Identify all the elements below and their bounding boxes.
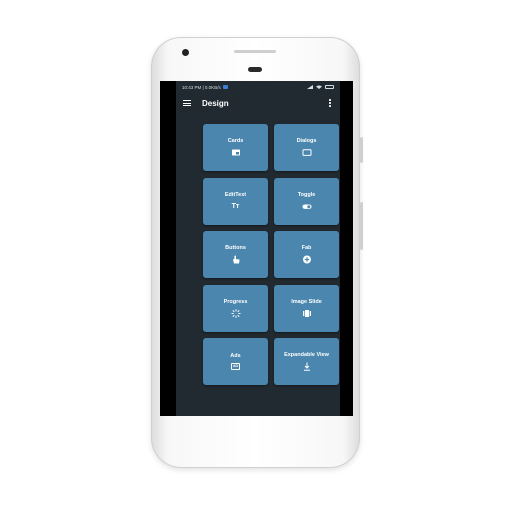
carousel-icon	[302, 309, 312, 318]
tile-label: Image Slide	[291, 298, 322, 305]
tile-label: Expandable View	[284, 352, 329, 358]
spinner-icon	[230, 308, 241, 318]
ad-icon-text: AD	[232, 363, 239, 368]
volume-button	[360, 202, 363, 250]
tile-label: Ads	[230, 353, 241, 359]
phone-chin	[151, 416, 360, 468]
power-button	[360, 137, 363, 163]
expand-down-icon	[302, 362, 312, 371]
tile-label: Buttons	[225, 245, 246, 251]
tile-buttons[interactable]: Buttons	[203, 231, 268, 278]
more-options-icon[interactable]	[327, 99, 333, 107]
tile-label: Toggle	[297, 191, 316, 198]
app-window: 10:43 PM | 0.0KB/s Design Cards Dialogs …	[176, 81, 340, 416]
front-camera	[182, 49, 189, 56]
earpiece	[248, 67, 262, 72]
signal-icon	[307, 85, 313, 89]
notification-icon	[222, 85, 228, 89]
toggle-icon	[302, 202, 312, 211]
battery-icon	[325, 85, 334, 89]
add-circle-icon	[302, 255, 312, 264]
ad-icon: AD	[231, 363, 240, 370]
tile-ads[interactable]: Ads AD	[203, 338, 268, 385]
tile-expandable-view[interactable]: Expandable View	[274, 338, 339, 385]
tile-label: EditText	[224, 191, 247, 198]
tile-toggle[interactable]: Toggle	[274, 177, 339, 225]
tile-label: Fab	[301, 245, 312, 251]
status-time: 10:43 PM | 0.0KB/s	[182, 84, 221, 90]
top-speaker	[234, 50, 276, 53]
page-title: Design	[202, 98, 229, 108]
tile-fab[interactable]: Fab	[274, 231, 339, 278]
cards-icon	[231, 148, 241, 157]
app-toolbar: Design	[176, 93, 340, 113]
tile-edittext[interactable]: EditText Tт	[203, 177, 268, 225]
tile-label: Dialogs	[296, 138, 317, 144]
touch-icon	[231, 255, 241, 264]
tile-label: Cards	[227, 138, 244, 144]
design-grid: Cards Dialogs EditText Tт Toggle Buttons…	[203, 124, 339, 385]
dialog-icon	[302, 148, 312, 157]
phone-frame: 10:43 PM | 0.0KB/s Design Cards Dialogs …	[151, 37, 363, 468]
hamburger-menu-icon[interactable]	[183, 100, 191, 106]
wifi-icon	[316, 85, 322, 89]
status-bar: 10:43 PM | 0.0KB/s	[176, 81, 340, 93]
tile-progress[interactable]: Progress	[203, 284, 268, 332]
tile-cards[interactable]: Cards	[203, 124, 268, 171]
tile-dialogs[interactable]: Dialogs	[274, 124, 339, 171]
text-format-icon: Tт	[231, 202, 240, 210]
tile-label: Progress	[223, 298, 248, 305]
screen: 10:43 PM | 0.0KB/s Design Cards Dialogs …	[160, 81, 353, 416]
tile-image-slide[interactable]: Image Slide	[274, 284, 339, 332]
